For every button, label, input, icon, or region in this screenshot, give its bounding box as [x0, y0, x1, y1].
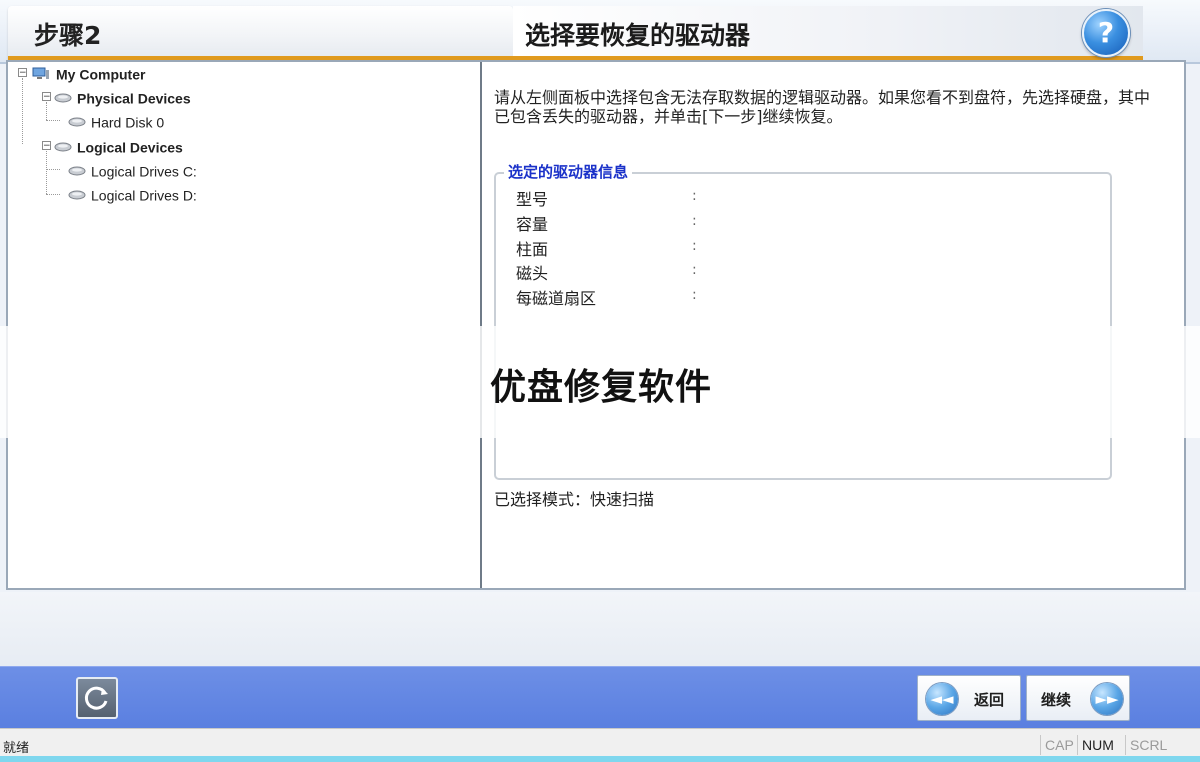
drive-icon [54, 142, 72, 152]
info-value-heads: : [692, 262, 697, 278]
collapse-toggle[interactable]: − [18, 68, 27, 78]
back-button-label: 返回 [974, 691, 1005, 709]
tree-label: Logical Drives D: [91, 187, 197, 204]
continue-button[interactable]: 继续 ►► [1026, 675, 1130, 721]
tree-label: My Computer [56, 66, 146, 83]
tree-item-my-computer[interactable]: My Computer [32, 65, 145, 82]
navigation-bar: ◄◄ 返回 继续 ►► [0, 666, 1200, 729]
tree-line [46, 151, 47, 194]
drive-icon [68, 117, 86, 127]
question-mark-icon: ? [1097, 16, 1115, 49]
info-value-cylinders: : [692, 238, 697, 254]
double-chevron-right-icon: ►► [1091, 683, 1123, 715]
page-title: 选择要恢复的驱动器 [525, 21, 751, 50]
tree-line [46, 102, 47, 120]
drive-icon [54, 93, 72, 103]
tree-label: Logical Drives C: [91, 163, 197, 180]
device-tree: − My Computer − Physical Devices Hard Di… [8, 62, 482, 588]
drive-icon [68, 166, 86, 176]
computer-icon [32, 67, 49, 80]
group-title: 选定的驱动器信息 [504, 161, 633, 182]
tree-item-logical-devices[interactable]: Logical Devices [54, 138, 183, 155]
main-frame: − My Computer − Physical Devices Hard Di… [6, 60, 1186, 590]
scroll-lock-indicator: SCRL [1125, 735, 1171, 755]
step-label: 步骤2 [34, 21, 102, 50]
app-window: 步骤2 选择要恢复的驱动器 ? − My Computer − Physical… [0, 0, 1200, 762]
info-value-model: : [692, 188, 697, 204]
lower-area [0, 592, 1200, 666]
tree-label: Logical Devices [77, 139, 183, 156]
tree-label: Hard Disk 0 [91, 114, 165, 131]
info-label-capacity: 容量 [516, 215, 549, 234]
refresh-button[interactable] [76, 677, 118, 719]
tree-label: Physical Devices [77, 90, 191, 107]
bottom-stripe [0, 756, 1200, 762]
collapse-toggle[interactable]: − [42, 92, 51, 102]
wizard-header: 步骤2 选择要恢复的驱动器 ? [0, 0, 1200, 64]
step-tab: 步骤2 [8, 6, 513, 60]
help-button[interactable]: ? [1082, 9, 1130, 57]
instructions-text: 请从左侧面板中选择包含无法存取数据的逻辑驱动器。如果您看不到盘符，先选择硬盘，其… [494, 88, 1151, 126]
num-lock-indicator: NUM [1077, 735, 1118, 755]
caps-lock-indicator: CAP [1040, 735, 1078, 755]
back-button[interactable]: ◄◄ 返回 [917, 675, 1021, 721]
tree-line [46, 120, 60, 121]
info-label-model: 型号 [516, 190, 549, 209]
tree-item-physical-devices[interactable]: Physical Devices [54, 89, 191, 106]
title-area: 选择要恢复的驱动器 [513, 6, 1143, 60]
info-label-heads: 磁头 [516, 264, 549, 283]
status-text: 就绪 [3, 741, 30, 756]
tree-line [46, 194, 60, 195]
info-label-cylinders: 柱面 [516, 240, 549, 259]
info-value-capacity: : [692, 213, 697, 229]
tree-item-hard-disk-0[interactable]: Hard Disk 0 [68, 113, 164, 130]
continue-button-label: 继续 [1041, 691, 1072, 709]
refresh-icon [84, 686, 108, 710]
info-label-sectors-per-track: 每磁道扇区 [516, 289, 597, 308]
collapse-toggle[interactable]: − [42, 141, 51, 151]
tree-item-logical-drive-d[interactable]: Logical Drives D: [68, 186, 197, 203]
details-pane: 请从左侧面板中选择包含无法存取数据的逻辑驱动器。如果您看不到盘符，先选择硬盘，其… [482, 62, 1184, 588]
watermark-text: 优盘修复软件 [490, 367, 713, 408]
tree-line [46, 169, 60, 170]
drive-icon [68, 190, 86, 200]
selected-mode-text: 已选择模式：快速扫描 [494, 490, 655, 509]
tree-line [22, 78, 23, 144]
double-chevron-left-icon: ◄◄ [926, 683, 958, 715]
tree-item-logical-drive-c[interactable]: Logical Drives C: [68, 162, 197, 179]
info-value-sectors-per-track: : [692, 287, 697, 303]
